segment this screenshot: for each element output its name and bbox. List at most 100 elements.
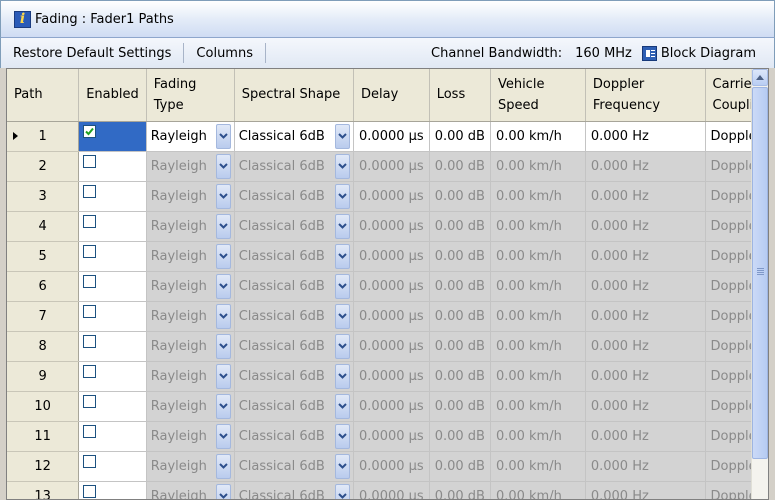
enabled-cell[interactable]: [78, 271, 147, 302]
header-vehicle-speed[interactable]: Vehicle Speed: [490, 69, 586, 122]
spectral-shape-cell[interactable]: Classical 6dB: [234, 391, 355, 422]
vehicle-speed-cell[interactable]: 0.00 km/h: [490, 181, 586, 212]
enabled-cell[interactable]: [78, 421, 147, 452]
chevron-down-icon[interactable]: [335, 153, 351, 179]
enabled-cell[interactable]: [78, 121, 147, 152]
delay-cell[interactable]: 0.0000 µs: [353, 421, 430, 452]
chevron-down-icon[interactable]: [215, 303, 231, 329]
loss-cell[interactable]: 0.00 dB: [429, 421, 491, 452]
loss-cell[interactable]: 0.00 dB: [429, 361, 491, 392]
table-row[interactable]: 8 Rayleigh Classical 6dB 0.0000 µs 0.00 dB 0.…: [7, 331, 768, 362]
enabled-checkbox[interactable]: [83, 124, 97, 138]
chevron-down-icon[interactable]: [215, 333, 231, 359]
header-path[interactable]: Path: [7, 69, 80, 122]
vehicle-speed-cell[interactable]: 0.00 km/h: [490, 151, 586, 182]
doppler-frequency-cell[interactable]: 0.000 Hz: [585, 151, 706, 182]
row-header-path[interactable]: 8: [7, 331, 80, 362]
chevron-down-icon[interactable]: [335, 483, 351, 499]
doppler-frequency-cell[interactable]: 0.000 Hz: [585, 181, 706, 212]
block-diagram-button[interactable]: Block Diagram: [641, 45, 774, 61]
header-loss[interactable]: Loss: [429, 69, 491, 122]
chevron-down-icon[interactable]: [215, 213, 231, 239]
fading-type-cell[interactable]: Rayleigh: [146, 481, 235, 499]
enabled-checkbox[interactable]: [83, 454, 97, 468]
enabled-checkbox[interactable]: [83, 184, 97, 198]
row-header-path[interactable]: 10: [7, 391, 80, 422]
spectral-shape-cell[interactable]: Classical 6dB: [234, 181, 355, 212]
table-row[interactable]: 3 Rayleigh Classical 6dB 0.0000 µs 0.00 dB 0.…: [7, 181, 768, 212]
spectral-shape-cell[interactable]: Classical 6dB: [234, 331, 355, 362]
table-row[interactable]: 4 Rayleigh Classical 6dB 0.0000 µs 0.00 dB 0.…: [7, 211, 768, 242]
chevron-down-icon[interactable]: [215, 363, 231, 389]
enabled-checkbox[interactable]: [83, 424, 97, 438]
chevron-down-icon[interactable]: [335, 423, 351, 449]
chevron-down-icon[interactable]: [335, 453, 351, 479]
enabled-cell[interactable]: [78, 211, 147, 242]
row-header-path[interactable]: 5: [7, 241, 80, 272]
doppler-frequency-cell[interactable]: 0.000 Hz: [585, 481, 706, 499]
fading-type-cell[interactable]: Rayleigh: [146, 181, 235, 212]
enabled-checkbox[interactable]: [83, 274, 97, 288]
delay-cell[interactable]: 0.0000 µs: [353, 301, 430, 332]
spectral-shape-cell[interactable]: Classical 6dB: [234, 361, 355, 392]
loss-cell[interactable]: 0.00 dB: [429, 331, 491, 362]
columns-button[interactable]: Columns: [184, 46, 265, 61]
doppler-frequency-cell[interactable]: 0.000 Hz: [585, 121, 706, 152]
table-row[interactable]: 7 Rayleigh Classical 6dB 0.0000 µs 0.00 dB 0.…: [7, 301, 768, 332]
doppler-frequency-cell[interactable]: 0.000 Hz: [585, 271, 706, 302]
chevron-down-icon[interactable]: [335, 393, 351, 419]
vehicle-speed-cell[interactable]: 0.00 km/h: [490, 271, 586, 302]
vehicle-speed-cell[interactable]: 0.00 km/h: [490, 331, 586, 362]
loss-cell[interactable]: 0.00 dB: [429, 181, 491, 212]
delay-cell[interactable]: 0.0000 µs: [353, 451, 430, 482]
vehicle-speed-cell[interactable]: 0.00 km/h: [490, 211, 586, 242]
enabled-checkbox[interactable]: [83, 364, 97, 378]
chevron-down-icon[interactable]: [335, 333, 351, 359]
fading-type-cell[interactable]: Rayleigh: [146, 121, 235, 152]
enabled-checkbox[interactable]: [83, 214, 97, 228]
vehicle-speed-cell[interactable]: 0.00 km/h: [490, 301, 586, 332]
delay-cell[interactable]: 0.0000 µs: [353, 121, 430, 152]
row-header-path[interactable]: 3: [7, 181, 80, 212]
loss-cell[interactable]: 0.00 dB: [429, 451, 491, 482]
chevron-down-icon[interactable]: [335, 183, 351, 209]
doppler-frequency-cell[interactable]: 0.000 Hz: [585, 331, 706, 362]
row-header-path[interactable]: 1: [7, 121, 80, 152]
spectral-shape-cell[interactable]: Classical 6dB: [234, 421, 355, 452]
spectral-shape-cell[interactable]: Classical 6dB: [234, 301, 355, 332]
row-header-path[interactable]: 6: [7, 271, 80, 302]
loss-cell[interactable]: 0.00 dB: [429, 211, 491, 242]
enabled-cell[interactable]: [78, 361, 147, 392]
table-row[interactable]: 11 Rayleigh Classical 6dB 0.0000 µs 0.00 dB 0…: [7, 421, 768, 452]
chevron-down-icon[interactable]: [215, 153, 231, 179]
enabled-checkbox[interactable]: [83, 334, 97, 348]
doppler-frequency-cell[interactable]: 0.000 Hz: [585, 391, 706, 422]
fading-type-cell[interactable]: Rayleigh: [146, 301, 235, 332]
vehicle-speed-cell[interactable]: 0.00 km/h: [490, 451, 586, 482]
header-doppler-frequency[interactable]: Doppler Frequency: [585, 69, 706, 122]
loss-cell[interactable]: 0.00 dB: [429, 481, 491, 499]
enabled-cell[interactable]: [78, 451, 147, 482]
header-fading-type[interactable]: Fading Type: [146, 69, 235, 122]
spectral-shape-cell[interactable]: Classical 6dB: [234, 451, 355, 482]
fading-type-cell[interactable]: Rayleigh: [146, 271, 235, 302]
spectral-shape-cell[interactable]: Classical 6dB: [234, 271, 355, 302]
fading-type-cell[interactable]: Rayleigh: [146, 151, 235, 182]
chevron-down-icon[interactable]: [215, 243, 231, 269]
spectral-shape-cell[interactable]: Classical 6dB: [234, 241, 355, 272]
doppler-frequency-cell[interactable]: 0.000 Hz: [585, 361, 706, 392]
loss-cell[interactable]: 0.00 dB: [429, 301, 491, 332]
loss-cell[interactable]: 0.00 dB: [429, 241, 491, 272]
loss-cell[interactable]: 0.00 dB: [429, 121, 491, 152]
vehicle-speed-cell[interactable]: 0.00 km/h: [490, 391, 586, 422]
table-row[interactable]: 10 Rayleigh Classical 6dB 0.0000 µs 0.00 dB 0…: [7, 391, 768, 422]
chevron-down-icon[interactable]: [335, 243, 351, 269]
chevron-down-icon[interactable]: [335, 303, 351, 329]
delay-cell[interactable]: 0.0000 µs: [353, 391, 430, 422]
chevron-down-icon[interactable]: [335, 123, 351, 149]
chevron-down-icon[interactable]: [215, 483, 231, 499]
doppler-frequency-cell[interactable]: 0.000 Hz: [585, 241, 706, 272]
chevron-down-icon[interactable]: [215, 273, 231, 299]
delay-cell[interactable]: 0.0000 µs: [353, 481, 430, 499]
vertical-scrollbar[interactable]: [751, 69, 768, 499]
